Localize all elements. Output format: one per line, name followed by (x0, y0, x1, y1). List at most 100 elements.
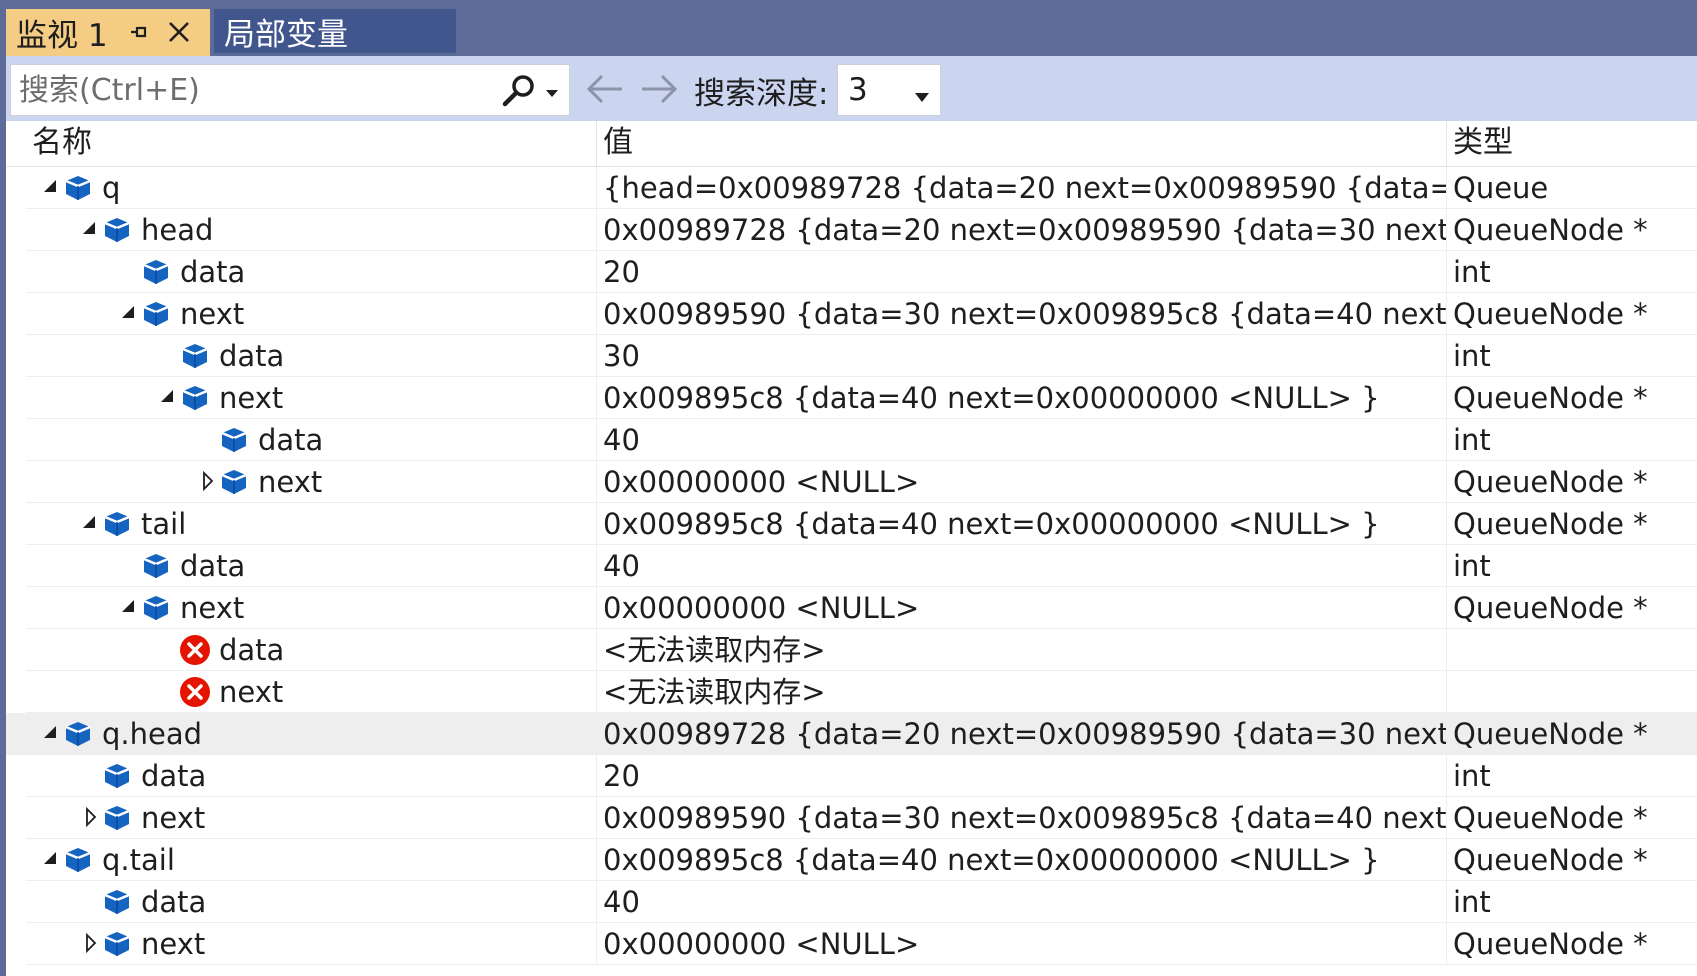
row-type: QueueNode * (1446, 461, 1697, 503)
row-type: int (1446, 419, 1697, 461)
watch-row[interactable]: q.head 0x00989728 {data=20 next=0x0098959… (6, 713, 1697, 755)
column-header-type[interactable]: 类型 (1446, 121, 1697, 167)
row-name-cell: next (26, 293, 596, 335)
field-icon (64, 846, 92, 874)
watch-row[interactable]: data 30 int (6, 335, 1697, 377)
field-icon (220, 426, 248, 454)
expanded-triangle-icon[interactable] (120, 597, 140, 617)
expanded-triangle-icon[interactable] (42, 177, 62, 197)
watch-row[interactable]: data 20 int (6, 755, 1697, 797)
row-value[interactable]: 20 (596, 755, 1446, 797)
watch-row[interactable]: data <无法读取内存> (6, 629, 1697, 671)
watch-row[interactable]: tail 0x009895c8 {data=40 next=0x00000000 … (6, 503, 1697, 545)
row-type: QueueNode * (1446, 293, 1697, 335)
row-value[interactable]: {head=0x00989728 {data=20 next=0x0098959… (596, 167, 1446, 209)
watch-row[interactable]: data 20 int (6, 251, 1697, 293)
row-name-cell: data (26, 251, 596, 293)
row-value[interactable]: 0x009895c8 {data=40 next=0x00000000 <NUL… (596, 377, 1446, 419)
watch-row[interactable]: data 40 int (6, 881, 1697, 923)
close-icon[interactable] (164, 17, 194, 47)
tab-locals[interactable]: 局部变量 (214, 9, 456, 53)
row-name-cell: data (26, 881, 596, 923)
row-name-cell: next (26, 671, 596, 713)
expanded-triangle-icon[interactable] (81, 219, 101, 239)
expanded-triangle-icon[interactable] (159, 387, 179, 407)
tab-watch-1[interactable]: 监视 1 (6, 9, 210, 56)
collapsed-triangle-icon[interactable] (81, 932, 101, 954)
watch-row[interactable]: q {head=0x00989728 {data=20 next=0x009895… (6, 167, 1697, 209)
watch-row[interactable]: next 0x00000000 <NULL> QueueNode * (6, 461, 1697, 503)
watch-row[interactable]: head 0x00989728 {data=20 next=0x00989590 … (6, 209, 1697, 251)
field-icon (220, 468, 248, 496)
field-icon (181, 342, 209, 370)
row-value[interactable]: 0x00000000 <NULL> (596, 461, 1446, 503)
row-value[interactable]: 40 (596, 545, 1446, 587)
row-value[interactable]: <无法读取内存> (596, 671, 1446, 713)
row-value[interactable]: 0x00000000 <NULL> (596, 587, 1446, 629)
chevron-down-icon (915, 87, 929, 102)
row-value[interactable]: 0x00989590 {data=30 next=0x009895c8 {dat… (596, 797, 1446, 839)
expanded-triangle-icon[interactable] (120, 303, 140, 323)
row-name-cell: next (26, 461, 596, 503)
row-name: next (141, 801, 206, 835)
row-name: data (180, 549, 246, 583)
watch-row[interactable]: q.tail 0x009895c8 {data=40 next=0x0000000… (6, 839, 1697, 881)
row-type: int (1446, 755, 1697, 797)
row-value[interactable]: 40 (596, 419, 1446, 461)
row-value[interactable]: 30 (596, 335, 1446, 377)
row-name-cell: tail (26, 503, 596, 545)
row-name: tail (141, 507, 187, 541)
column-header-name[interactable]: 名称 (26, 121, 596, 167)
watch-row[interactable]: next 0x009895c8 {data=40 next=0x00000000 … (6, 377, 1697, 419)
watch-row[interactable]: next 0x00989590 {data=30 next=0x009895c8 … (6, 797, 1697, 839)
collapsed-triangle-icon[interactable] (81, 806, 101, 828)
watch-row[interactable]: data 40 int (6, 419, 1697, 461)
row-name: next (258, 465, 323, 499)
forward-arrow-icon[interactable] (638, 71, 680, 107)
row-value[interactable]: 0x009895c8 {data=40 next=0x00000000 <NUL… (596, 839, 1446, 881)
expanded-triangle-icon[interactable] (42, 723, 62, 743)
row-name-cell: data (26, 629, 596, 671)
row-name-cell: data (26, 335, 596, 377)
row-value[interactable]: 0x00989728 {data=20 next=0x00989590 {dat… (596, 209, 1446, 251)
row-name: data (219, 339, 285, 373)
watch-row[interactable]: next <无法读取内存> (6, 671, 1697, 713)
row-name: data (141, 885, 207, 919)
back-arrow-icon[interactable] (584, 71, 626, 107)
search-input[interactable] (19, 67, 489, 113)
row-value[interactable]: 0x00989728 {data=20 next=0x00989590 {dat… (596, 713, 1446, 755)
watch-rows: q {head=0x00989728 {data=20 next=0x009895… (6, 167, 1697, 965)
row-value[interactable]: 40 (596, 881, 1446, 923)
row-value[interactable]: <无法读取内存> (596, 629, 1446, 671)
row-value[interactable]: 0x00000000 <NULL> (596, 923, 1446, 965)
watch-toolbar: 搜索深度: 3 (6, 56, 1697, 121)
row-type: QueueNode * (1446, 923, 1697, 965)
column-header: 名称 值 类型 (6, 121, 1697, 167)
row-name-cell: next (26, 377, 596, 419)
row-value[interactable]: 0x009895c8 {data=40 next=0x00000000 <NUL… (596, 503, 1446, 545)
pin-icon[interactable] (124, 17, 154, 47)
row-name-cell: data (26, 755, 596, 797)
collapsed-triangle-icon[interactable] (198, 470, 218, 492)
row-type: QueueNode * (1446, 377, 1697, 419)
row-name-cell: data (26, 545, 596, 587)
row-value[interactable]: 20 (596, 251, 1446, 293)
chevron-down-icon[interactable] (545, 84, 559, 97)
search-box (10, 64, 570, 116)
expanded-triangle-icon[interactable] (42, 849, 62, 869)
search-icon[interactable] (501, 74, 537, 108)
watch-row[interactable]: data 40 int (6, 545, 1697, 587)
error-icon (180, 677, 210, 707)
row-value[interactable]: 0x00989590 {data=30 next=0x009895c8 {dat… (596, 293, 1446, 335)
watch-row[interactable]: next 0x00000000 <NULL> QueueNode * (6, 587, 1697, 629)
row-name: next (180, 297, 245, 331)
watch-row[interactable]: next 0x00989590 {data=30 next=0x009895c8 … (6, 293, 1697, 335)
tab-title: 监视 1 (16, 18, 108, 54)
row-name-cell: q.tail (26, 839, 596, 881)
expanded-triangle-icon[interactable] (81, 513, 101, 533)
row-type: int (1446, 251, 1697, 293)
field-icon (103, 930, 131, 958)
watch-row[interactable]: next 0x00000000 <NULL> QueueNode * (6, 923, 1697, 965)
search-depth-dropdown[interactable]: 3 (837, 64, 941, 116)
column-header-value[interactable]: 值 (596, 121, 1446, 167)
